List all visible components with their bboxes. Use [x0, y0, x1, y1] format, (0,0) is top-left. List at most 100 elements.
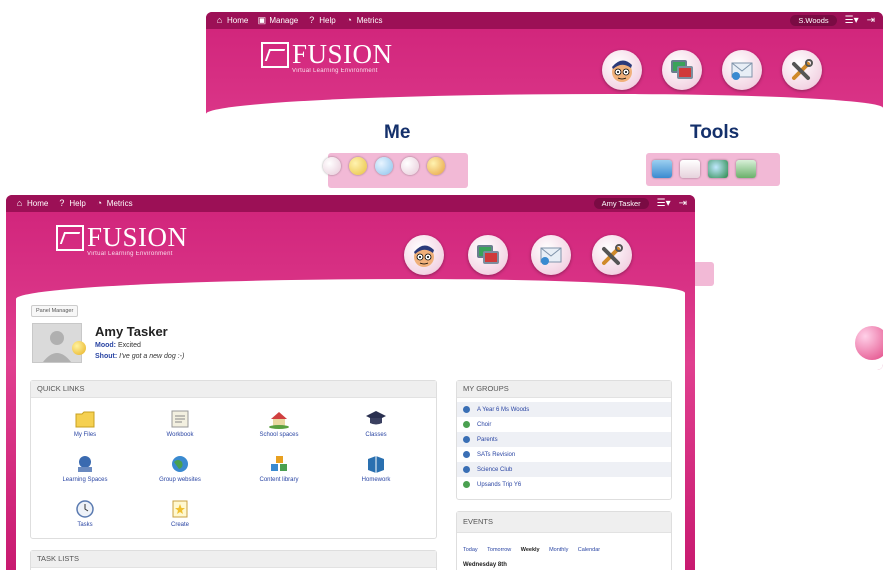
- quick-link-learning-spaces[interactable]: Learning Spaces: [53, 454, 117, 483]
- tool-edit-icon[interactable]: [736, 160, 756, 178]
- me-avatar-icon[interactable]: [602, 50, 642, 90]
- me-heading: Me: [384, 122, 411, 143]
- quick-link-workbook[interactable]: Workbook: [148, 409, 212, 438]
- graduation-cap-icon: [365, 409, 387, 429]
- quick-link-tasks[interactable]: Tasks: [53, 499, 117, 528]
- events-panel: EVENTS Today Tomorrow Weekly Monthly Cal…: [456, 511, 672, 570]
- back-nav-metrics[interactable]: ◔ Metrics: [345, 16, 383, 26]
- quick-link-classes[interactable]: Classes: [344, 409, 408, 438]
- back-user-name[interactable]: S.Woods: [790, 15, 837, 26]
- help-icon: ?: [59, 198, 65, 208]
- events-tab-calendar[interactable]: Calendar: [578, 547, 600, 553]
- fusion-logo-icon: [261, 42, 289, 68]
- profile-mood: Mood: Excited: [95, 342, 141, 349]
- blocks-icon: [268, 454, 290, 474]
- share-icon[interactable]: [427, 157, 445, 175]
- profile-shout: Shout: I've got a new dog :-): [95, 353, 185, 360]
- group-icon: [463, 481, 470, 488]
- quick-link-school-spaces[interactable]: School spaces: [247, 409, 311, 438]
- search-icon[interactable]: [375, 157, 393, 175]
- tool-globe-icon[interactable]: [708, 160, 728, 178]
- menu-icon[interactable]: ☰▾: [657, 198, 671, 209]
- computers-icon[interactable]: [468, 235, 508, 275]
- front-nav-metrics[interactable]: ◔ Metrics: [95, 198, 133, 209]
- events-tab-monthly[interactable]: Monthly: [549, 547, 568, 553]
- mail-icon[interactable]: [531, 235, 571, 275]
- home-icon: ⌂: [16, 198, 23, 208]
- home-icon: ⌂: [216, 15, 223, 25]
- tools-icon[interactable]: [782, 50, 822, 90]
- tool-photo-icon[interactable]: [652, 160, 672, 178]
- group-item[interactable]: SATs Revision: [457, 447, 671, 462]
- back-nav-help[interactable]: ? Help: [307, 15, 335, 26]
- back-topbar: ⌂ Home ▣ Manage ? Help ◔ Metrics S.Woods ☰▾ …: [206, 12, 883, 29]
- task-lists-title: TASK LISTS: [31, 551, 436, 568]
- events-tabs: Today Tomorrow Weekly Monthly Calendar: [457, 533, 671, 556]
- task-lists-panel: TASK LISTS: [30, 550, 437, 570]
- quick-link-create[interactable]: Create: [148, 499, 212, 528]
- back-logo: FUSION Virtual Learning Environment: [261, 41, 393, 74]
- folder-icon: [74, 409, 96, 429]
- manage-icon: ▣: [257, 15, 267, 25]
- help-icon: ?: [309, 15, 315, 25]
- metrics-icon: ◔: [96, 198, 103, 208]
- front-topbar: ⌂ Home ? Help ◔ Metrics Amy Tasker ☰▾ ⇥: [6, 195, 695, 212]
- group-item[interactable]: Choir: [457, 417, 671, 432]
- favourites-icon[interactable]: [323, 157, 341, 175]
- bubbles-decoration: [855, 326, 883, 360]
- mood-emoji-icon: [72, 341, 86, 355]
- school-icon: [268, 409, 290, 429]
- my-groups-title: MY GROUPS: [457, 381, 671, 398]
- book-icon: [365, 454, 387, 474]
- my-groups-panel: MY GROUPS A Year 6 Ms Woods Choir Parent…: [456, 380, 672, 500]
- profile-name: Amy Tasker: [95, 324, 168, 339]
- panel-manager-button[interactable]: Panel Manager: [31, 305, 79, 317]
- events-day-label: Wednesday 8th: [463, 562, 507, 568]
- events-tab-tomorrow[interactable]: Tomorrow: [487, 547, 511, 553]
- events-tab-weekly[interactable]: Weekly: [521, 547, 540, 553]
- back-nav-home[interactable]: ⌂ Home: [215, 15, 249, 26]
- folder-icon[interactable]: [349, 157, 367, 175]
- group-icon: [463, 451, 470, 458]
- group-icon: [463, 421, 470, 428]
- groups-list: A Year 6 Ms Woods Choir Parents SATs Rev…: [457, 398, 671, 492]
- tools-icon[interactable]: [592, 235, 632, 275]
- events-title: EVENTS: [457, 512, 671, 533]
- me-avatar-icon[interactable]: [404, 235, 444, 275]
- computers-icon[interactable]: [662, 50, 702, 90]
- clock-icon[interactable]: [401, 157, 419, 175]
- group-item[interactable]: A Year 6 Ms Woods: [457, 402, 671, 417]
- create-icon: [169, 499, 191, 519]
- front-user-name[interactable]: Amy Tasker: [593, 198, 649, 209]
- group-icon: [463, 406, 470, 413]
- front-nav-home[interactable]: ⌂ Home: [15, 198, 49, 209]
- learning-space-icon: [74, 454, 96, 474]
- front-logo: FUSION Virtual Learning Environment: [56, 224, 188, 257]
- group-item[interactable]: Parents: [457, 432, 671, 447]
- quick-links-title: QUICK LINKS: [31, 381, 436, 398]
- workbook-icon: [169, 409, 191, 429]
- clock-icon: [74, 499, 96, 519]
- group-item[interactable]: Upsands Trip Y6: [457, 477, 671, 492]
- events-tab-today[interactable]: Today: [463, 547, 478, 553]
- quick-links-panel: QUICK LINKS My Files Workbook School spa…: [30, 380, 437, 539]
- front-window: ⌂ Home ? Help ◔ Metrics Amy Tasker ☰▾ ⇥ FUS…: [6, 195, 695, 570]
- me-icons-strip: [328, 153, 468, 188]
- logout-icon[interactable]: ⇥: [679, 198, 687, 209]
- quick-link-homework[interactable]: Homework: [344, 454, 408, 483]
- mail-icon[interactable]: [722, 50, 762, 90]
- fusion-logo-icon: [56, 225, 84, 251]
- group-item[interactable]: Science Club: [457, 462, 671, 477]
- group-icon: [463, 436, 470, 443]
- group-icon: [463, 466, 470, 473]
- menu-icon[interactable]: ☰▾: [845, 15, 859, 26]
- back-nav-manage[interactable]: ▣ Manage: [257, 15, 299, 26]
- tools-heading: Tools: [690, 122, 740, 143]
- globe-icon: [169, 454, 191, 474]
- quick-link-content-library[interactable]: Content library: [247, 454, 311, 483]
- tool-document-icon[interactable]: [680, 160, 700, 178]
- quick-link-group-websites[interactable]: Group websites: [148, 454, 212, 483]
- logout-icon[interactable]: ⇥: [867, 15, 875, 26]
- front-nav-help[interactable]: ? Help: [57, 198, 85, 209]
- quick-link-my-files[interactable]: My Files: [53, 409, 117, 438]
